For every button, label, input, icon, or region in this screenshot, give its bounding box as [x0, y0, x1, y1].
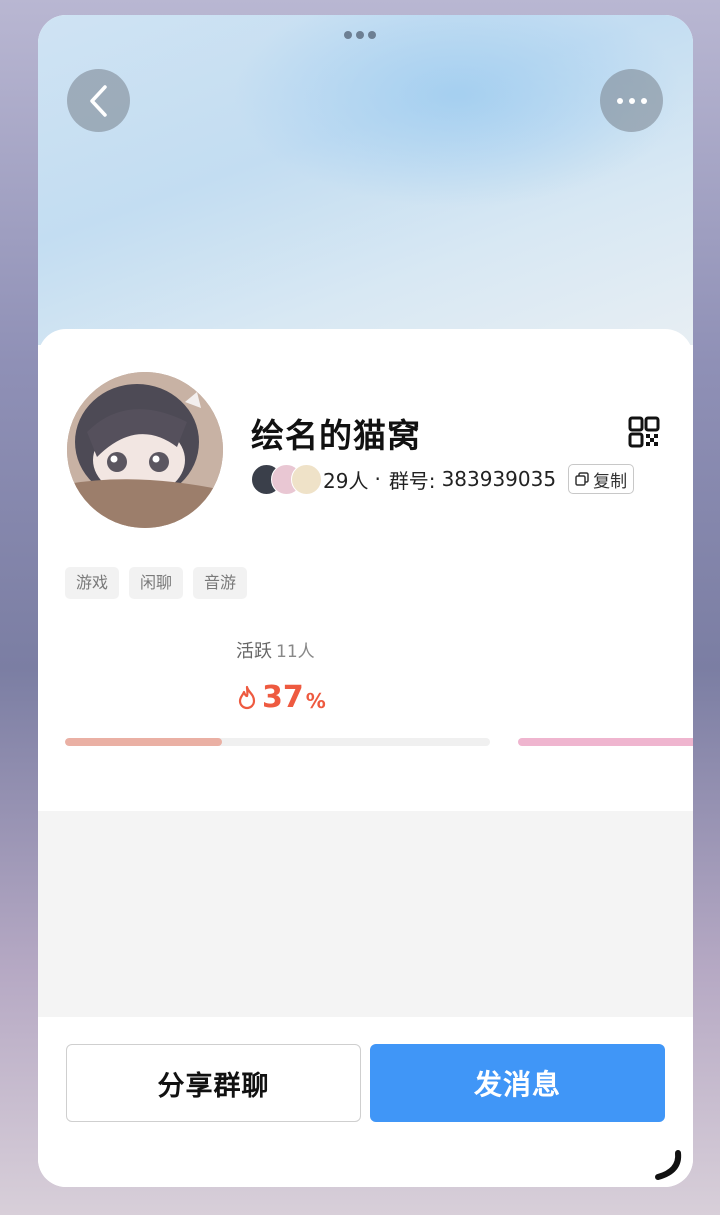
drag-handle-icon[interactable] — [344, 31, 376, 39]
chevron-left-icon — [89, 84, 107, 117]
share-group-button[interactable]: 分享群聊 — [66, 1044, 361, 1122]
member-avatars[interactable] — [251, 463, 322, 495]
active-count: 11人 — [276, 642, 315, 662]
anime-avatar-image — [67, 372, 223, 528]
resize-handle-icon[interactable] — [652, 1149, 686, 1181]
meta-separator: · — [374, 467, 381, 491]
send-message-button[interactable]: 发消息 — [370, 1044, 665, 1122]
activity-progress-bar — [65, 738, 490, 746]
action-bar: 分享群聊 发消息 — [38, 1017, 693, 1187]
group-name: 绘名的猫窝 — [251, 416, 421, 455]
activity-progress-fill — [65, 738, 223, 746]
secondary-progress-bar — [518, 738, 693, 746]
group-profile-card: 绘名的猫窝 29人 · 群号: 383939035 复制 游戏 闲聊 音游 活跃… — [38, 15, 693, 1187]
fire-icon — [238, 685, 256, 710]
group-id-label: 群号: — [388, 468, 436, 493]
activity-title: 活跃 — [236, 641, 272, 662]
tag-chat[interactable]: 闲聊 — [129, 567, 184, 599]
copy-icon — [575, 472, 589, 486]
activity-percent-value: 37 — [262, 680, 304, 715]
content-placeholder — [38, 811, 693, 1017]
back-button[interactable] — [67, 69, 130, 132]
more-icon — [616, 97, 623, 104]
activity-percent: 37 % — [236, 681, 326, 715]
tag-games[interactable]: 游戏 — [65, 567, 120, 599]
group-avatar[interactable] — [67, 372, 223, 528]
group-id: 383939035 — [441, 467, 557, 491]
activity-label: 活跃 11人 — [236, 637, 315, 663]
copy-label: 复制 — [593, 471, 628, 492]
cover-banner — [38, 15, 693, 345]
group-info-sheet: 绘名的猫窝 29人 · 群号: 383939035 复制 游戏 闲聊 音游 活跃… — [38, 329, 693, 826]
activity-percent-sign: % — [305, 689, 326, 713]
qr-code-icon[interactable] — [628, 416, 660, 448]
member-avatar — [291, 464, 322, 495]
member-count: 29人 — [323, 468, 369, 493]
copy-id-button[interactable]: 复制 — [568, 464, 635, 494]
group-tags: 游戏 闲聊 音游 — [65, 567, 248, 599]
group-meta: 29人 · 群号: 383939035 复制 — [251, 463, 635, 495]
tag-rhythm-games[interactable]: 音游 — [193, 567, 248, 599]
more-options-button[interactable] — [600, 69, 663, 132]
